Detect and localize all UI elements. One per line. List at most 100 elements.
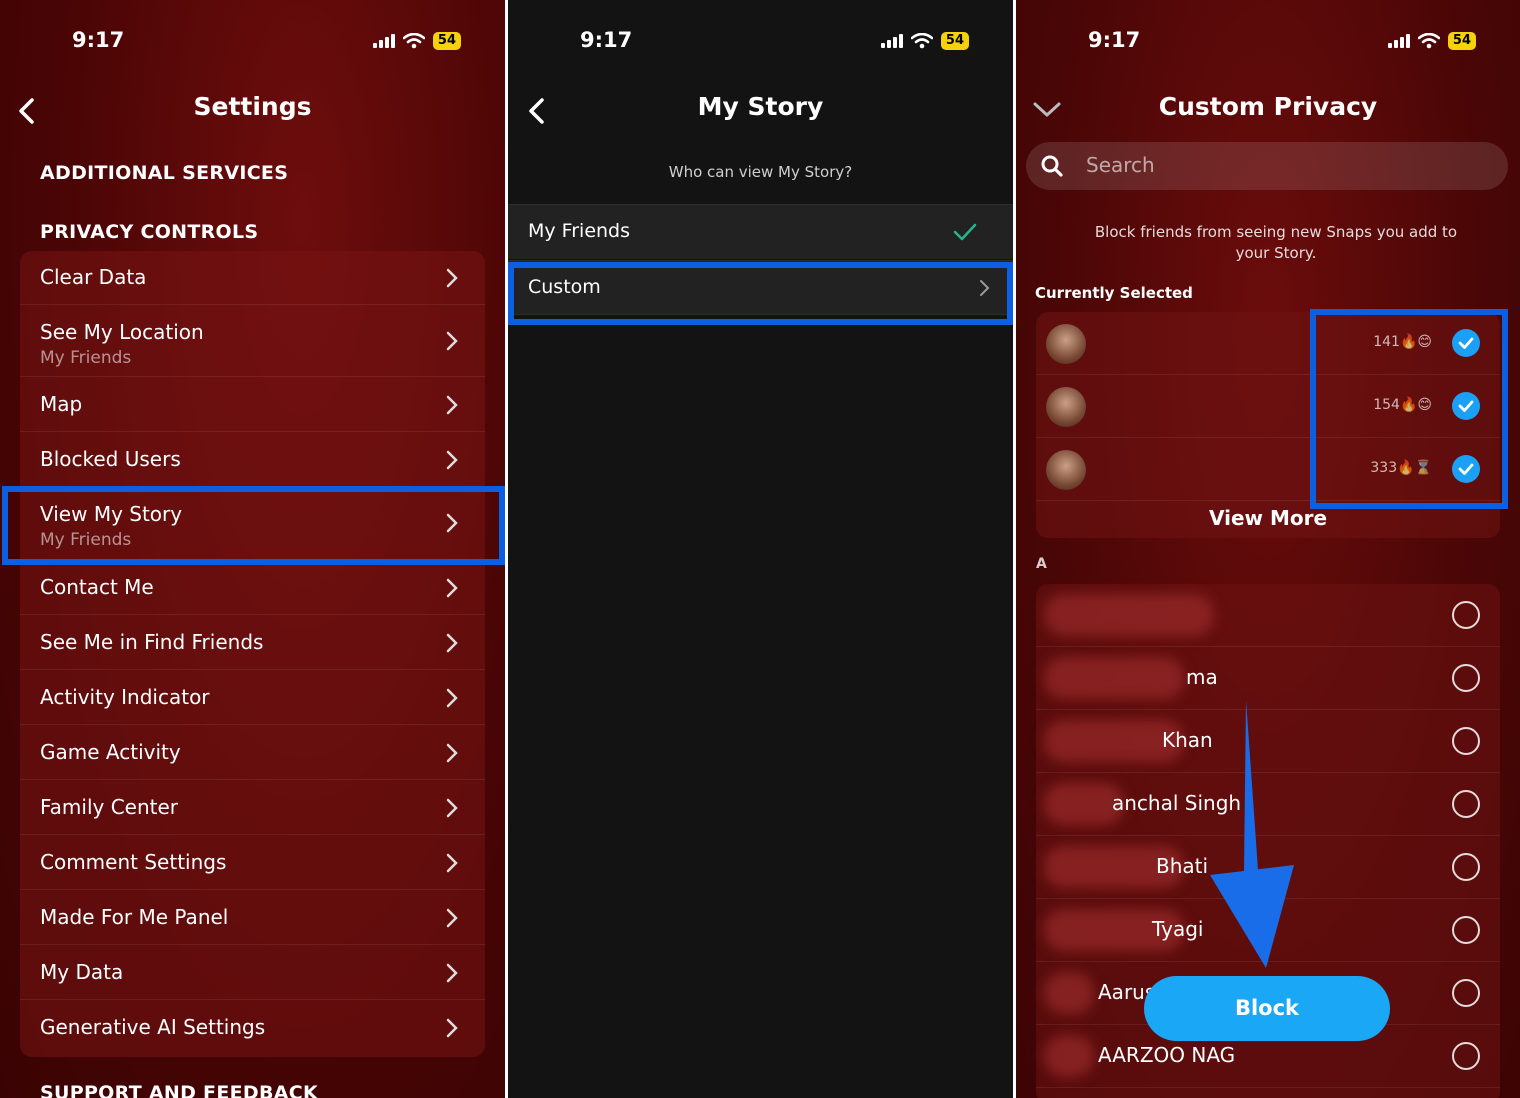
settings-item-comment-settings[interactable]: Comment Settings — [20, 835, 485, 890]
radio-button[interactable] — [1452, 790, 1480, 818]
settings-item-label: Made For Me Panel — [40, 905, 229, 929]
page-title: My Story — [697, 92, 824, 121]
status-icons: 54 — [1387, 32, 1476, 50]
radio-button[interactable] — [1452, 601, 1480, 629]
radio-button[interactable] — [1452, 1042, 1480, 1070]
chevron-right-icon — [446, 331, 458, 351]
settings-item-label: Blocked Users — [40, 447, 181, 471]
blurred-avatar — [1044, 657, 1184, 699]
currently-selected-heading: Currently Selected — [1035, 284, 1193, 302]
my-story-subtitle: Who can view My Story? — [668, 163, 853, 181]
status-bar: 9:17 54 — [0, 26, 505, 58]
signal-icon — [372, 34, 395, 48]
chevron-right-icon — [446, 450, 458, 470]
highlight-box-selected — [1310, 309, 1508, 509]
avatar — [1046, 450, 1086, 490]
section-additional-services: ADDITIONAL SERVICES — [40, 162, 289, 184]
privacy-controls-card: Clear Data See My Location My Friends Ma… — [20, 251, 485, 1057]
wifi-icon — [910, 33, 933, 49]
settings-item-generative-ai-settings[interactable]: Generative AI Settings — [20, 1000, 485, 1055]
signal-icon — [1387, 34, 1410, 48]
settings-item-blocked-users[interactable]: Blocked Users — [20, 432, 485, 487]
radio-button[interactable] — [1452, 916, 1480, 944]
status-time: 9:17 — [580, 28, 633, 52]
chevron-right-icon — [446, 688, 458, 708]
friend-name: Bhati — [1156, 854, 1209, 878]
status-bar: 9:17 54 — [1016, 26, 1520, 58]
option-my-friends[interactable]: My Friends — [508, 204, 1013, 259]
checkmark-icon — [953, 223, 977, 241]
friend-name: AARZOO NAG — [1098, 1043, 1236, 1067]
status-icons: 54 — [880, 32, 969, 50]
settings-item-sublabel: My Friends — [40, 348, 132, 368]
highlight-box-custom — [508, 262, 1013, 325]
search-icon — [1041, 155, 1063, 177]
custom-privacy-screen: 9:17 54 Custom Privacy Search Block frie… — [1016, 0, 1520, 1098]
settings-item-label: Activity Indicator — [40, 685, 210, 709]
settings-item-map[interactable]: Map — [20, 377, 485, 432]
avatar — [1046, 324, 1086, 364]
radio-button[interactable] — [1452, 664, 1480, 692]
settings-item-label: See My Location — [40, 320, 204, 344]
settings-item-see-my-location[interactable]: See My Location My Friends — [20, 305, 485, 377]
chevron-right-icon — [446, 963, 458, 983]
search-placeholder: Search — [1086, 153, 1155, 177]
privacy-info-text: Block friends from seeing new Snaps you … — [1094, 223, 1458, 262]
chevron-right-icon — [446, 633, 458, 653]
highlight-box-view-my-story — [2, 486, 505, 565]
settings-item-see-me-in-find-friends[interactable]: See Me in Find Friends — [20, 615, 485, 670]
page-title: Custom Privacy — [1158, 92, 1378, 121]
settings-item-label: Map — [40, 392, 83, 416]
status-time: 9:17 — [1088, 28, 1141, 52]
section-privacy-controls: PRIVACY CONTROLS — [40, 221, 259, 243]
radio-button[interactable] — [1452, 727, 1480, 755]
friend-row[interactable] — [1036, 584, 1500, 647]
chevron-right-icon — [446, 798, 458, 818]
settings-item-label: Contact Me — [40, 575, 154, 599]
chevron-right-icon — [446, 1018, 458, 1038]
status-icons: 54 — [372, 32, 461, 50]
settings-item-activity-indicator[interactable]: Activity Indicator — [20, 670, 485, 725]
chevron-right-icon — [446, 395, 458, 415]
settings-item-contact-me[interactable]: Contact Me — [20, 560, 485, 615]
my-story-screen: 9:17 54 My Story Who can view My Story? … — [508, 0, 1013, 1098]
search-input[interactable]: Search — [1026, 142, 1508, 190]
friend-name: ma — [1186, 665, 1218, 689]
chevron-right-icon — [446, 268, 458, 288]
status-bar: 9:17 54 — [508, 26, 1013, 58]
settings-item-my-data[interactable]: My Data — [20, 945, 485, 1000]
settings-item-label: Comment Settings — [40, 850, 227, 874]
settings-item-label: Family Center — [40, 795, 179, 819]
block-button[interactable]: Block — [1144, 976, 1390, 1041]
settings-screen: 9:17 54 Settings ADDITIONAL SERVICES PRI… — [0, 0, 505, 1098]
status-time: 9:17 — [72, 28, 125, 52]
radio-button[interactable] — [1452, 853, 1480, 881]
settings-item-label: Clear Data — [40, 265, 147, 289]
settings-item-label: Game Activity — [40, 740, 181, 764]
wifi-icon — [1417, 33, 1440, 49]
settings-item-label: See Me in Find Friends — [40, 630, 264, 654]
settings-item-label: My Data — [40, 960, 124, 984]
battery-icon: 54 — [940, 32, 969, 50]
view-more-button[interactable]: View More — [1036, 506, 1500, 530]
settings-item-label: Generative AI Settings — [40, 1015, 266, 1039]
chevron-right-icon — [446, 578, 458, 598]
arrow-down-icon — [1210, 700, 1294, 968]
radio-button[interactable] — [1452, 979, 1480, 1007]
wifi-icon — [402, 33, 425, 49]
friend-name: Tyagi — [1152, 917, 1204, 941]
page-title: Settings — [193, 92, 312, 121]
blurred-avatar — [1044, 1035, 1094, 1077]
settings-item-clear-data[interactable]: Clear Data — [20, 251, 485, 305]
chevron-right-icon — [446, 908, 458, 928]
blurred-avatar — [1044, 972, 1094, 1014]
avatar — [1046, 387, 1086, 427]
alphabet-section-label: A — [1036, 556, 1047, 572]
settings-item-made-for-me-panel[interactable]: Made For Me Panel — [20, 890, 485, 945]
battery-icon: 54 — [1447, 32, 1476, 50]
section-support-feedback: SUPPORT AND FEEDBACK — [40, 1082, 319, 1098]
settings-item-family-center[interactable]: Family Center — [20, 780, 485, 835]
option-label: My Friends — [528, 220, 631, 242]
settings-item-game-activity[interactable]: Game Activity — [20, 725, 485, 780]
blurred-avatar — [1044, 594, 1214, 636]
